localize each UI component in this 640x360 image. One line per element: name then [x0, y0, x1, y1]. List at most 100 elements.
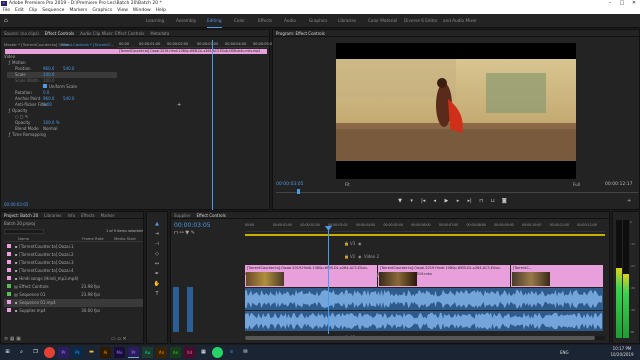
add-marker-icon[interactable]: ▼: [185, 230, 189, 236]
tab-project[interactable]: Project: Batch 20: [1, 212, 41, 218]
menu-file[interactable]: File: [0, 7, 13, 14]
program-viewer[interactable]: [336, 43, 576, 179]
mark-in-icon[interactable]: ▼: [395, 198, 405, 204]
list-item[interactable]: ▪ [TorrentCounter.to].Oozai.3: [4, 259, 143, 267]
clip-selector[interactable]: Effect Controls * [TorrentC...: [61, 42, 114, 47]
workspace-editor[interactable]: Diverse 6 Editor: [404, 14, 438, 28]
tab-info[interactable]: Info: [64, 212, 78, 218]
menu-window[interactable]: Window: [130, 7, 153, 14]
list-item[interactable]: ▪ [TorrentCounter.to].Oozai.4: [4, 267, 143, 275]
xd-icon[interactable]: Xd: [184, 347, 195, 358]
menu-graphics[interactable]: Graphics: [90, 7, 115, 14]
prop-opacity-value[interactable]: 100.0 %: [43, 120, 60, 125]
tab-supplier[interactable]: Supplier: [171, 212, 193, 218]
hand-icon[interactable]: ✋: [152, 280, 162, 288]
menu-edit[interactable]: Edit: [13, 7, 27, 14]
tab-effect-controls[interactable]: Effect Controls: [42, 30, 77, 36]
linked-selection-icon[interactable]: ⚯: [180, 230, 184, 236]
audition-icon[interactable]: Au: [142, 347, 153, 358]
go-to-in-icon[interactable]: |◂: [418, 198, 428, 204]
workspace-editing[interactable]: Editing: [207, 14, 222, 28]
type-icon[interactable]: T: [152, 290, 162, 298]
calculator-icon[interactable]: ▦: [198, 347, 209, 358]
prop-anchor-y[interactable]: 540.0: [63, 96, 74, 101]
tab-markers[interactable]: Marker: [98, 212, 118, 218]
home-icon[interactable]: ⌂: [4, 18, 10, 24]
mark-out-icon[interactable]: ▾: [407, 198, 417, 204]
illustrator-icon[interactable]: Ai: [100, 347, 111, 358]
list-view-icon[interactable]: ≡: [4, 336, 8, 342]
menu-clip[interactable]: Clip: [26, 7, 40, 14]
col-name[interactable]: Name: [18, 236, 29, 241]
icon-view-icon[interactable]: ▦: [10, 336, 15, 342]
workspace-audio-mixer[interactable]: and Audio Mixer: [443, 14, 477, 28]
premiere-active-icon[interactable]: Pr: [128, 347, 139, 358]
close-button[interactable]: ✕: [628, 0, 640, 7]
workspace-graphics[interactable]: Graphics: [309, 14, 328, 28]
col-media-start[interactable]: Media Start: [114, 236, 136, 241]
audio-clip-a2[interactable]: [245, 311, 603, 331]
media-encoder-icon[interactable]: Me: [114, 347, 125, 358]
menu-markers[interactable]: Markers: [67, 7, 90, 14]
col-frame-rate[interactable]: Frame Rate: [82, 236, 104, 241]
export-frame-icon[interactable]: ◙: [499, 198, 509, 204]
overwrite-icon[interactable]: ⊔: [488, 198, 498, 204]
trash-icon[interactable]: ✕: [122, 336, 126, 342]
play-icon[interactable]: ▶: [441, 198, 451, 204]
folder-icon[interactable]: ▬: [86, 347, 97, 358]
list-item[interactable]: ▪ Hindi songs (Hindi_mp3.mp4): [4, 275, 143, 283]
photoshop-icon[interactable]: Ps: [72, 347, 83, 358]
razor-icon[interactable]: ◇: [152, 250, 162, 258]
list-item[interactable]: ▪ Sequence 01.mp4: [4, 299, 143, 307]
step-back-icon[interactable]: ◂: [430, 198, 440, 204]
source-patch-v1[interactable]: [173, 287, 179, 332]
workspace-audio[interactable]: Audio: [284, 14, 296, 28]
list-item[interactable]: ▤ Effect Controls 23.98 fps: [4, 283, 143, 291]
prop-rotation-value[interactable]: 0.0: [43, 90, 49, 95]
menu-sequence[interactable]: Sequence: [40, 7, 67, 14]
new-bin-icon[interactable]: ▭: [111, 336, 116, 342]
tab-source[interactable]: Source: (no clips): [1, 30, 42, 36]
source-patch-a1[interactable]: [187, 287, 193, 332]
video-clip-2[interactable]: [TorrentCounter.to].Oozai.2019.Hindi.108…: [378, 265, 510, 287]
list-item[interactable]: ▤ Sequence 01 23.98 fps: [4, 291, 143, 299]
tab-audio-clip-mixer[interactable]: Audio Clip Mixer: Effect Controls: [77, 30, 147, 36]
ec-ruler[interactable]: 00:00 00:00:01:00 00:00:02:00 00:00:03:0…: [117, 40, 274, 48]
insert-icon[interactable]: ⊓: [476, 198, 486, 204]
ec-playhead[interactable]: [212, 40, 213, 210]
list-item[interactable]: ▪ [TorrentCounter.to].Oozai.2: [4, 251, 143, 259]
ripple-edit-icon[interactable]: ⊣: [152, 240, 162, 248]
mask-pen-icon[interactable]: ✎: [25, 114, 28, 119]
select-icon[interactable]: ▲: [152, 220, 162, 228]
program-scrubber[interactable]: [276, 190, 638, 193]
chrome-icon[interactable]: [44, 347, 55, 358]
mail-icon[interactable]: ✉: [240, 347, 251, 358]
timeline-scroll-thumb[interactable]: [245, 336, 595, 340]
freeform-view-icon[interactable]: ▣: [16, 336, 21, 342]
program-quality-select[interactable]: Full: [573, 182, 580, 187]
video-clip-1[interactable]: [TorrentCounter.to].Oozai.2019.Hindi.108…: [245, 265, 377, 287]
minimize-button[interactable]: –: [604, 0, 616, 7]
prop-antiflicker-value[interactable]: 0.00: [43, 102, 52, 107]
workspace-color-material[interactable]: Color Material: [368, 14, 397, 28]
uniform-scale-checkbox[interactable]: [43, 84, 47, 88]
track-select-icon[interactable]: ⇥: [152, 230, 162, 238]
work-area-bar[interactable]: [245, 234, 605, 236]
edge-icon[interactable]: e: [226, 347, 237, 358]
search-icon[interactable]: ⌕: [16, 347, 27, 358]
wrench-icon[interactable]: ✎: [191, 230, 195, 236]
encore-icon[interactable]: Ae: [170, 347, 181, 358]
toggle-track-output-icon[interactable]: ◉: [358, 241, 362, 246]
list-item[interactable]: ▪ [TorrentCounter.to].Oozai.1: [4, 243, 143, 251]
workspace-libraries[interactable]: Libraries: [338, 14, 356, 28]
taskbar-clock[interactable]: 10:17 PM 10/20/2019: [606, 346, 638, 358]
ec-clip-bar[interactable]: [TorrentCounter.to].Oozai.2019.Hindi.108…: [117, 49, 267, 54]
program-timecode[interactable]: 00:00:03:05: [276, 182, 303, 187]
workspace-color[interactable]: Color: [234, 14, 245, 28]
task-view-icon[interactable]: ❐: [30, 347, 41, 358]
timeline-timecode[interactable]: 00:00:03:05: [174, 222, 211, 229]
timeline-playhead[interactable]: [328, 226, 329, 334]
premiere-icon[interactable]: Pr: [58, 347, 69, 358]
tab-program[interactable]: Program: Effect Controls: [273, 30, 328, 36]
mask-rect-icon[interactable]: □: [20, 114, 24, 119]
